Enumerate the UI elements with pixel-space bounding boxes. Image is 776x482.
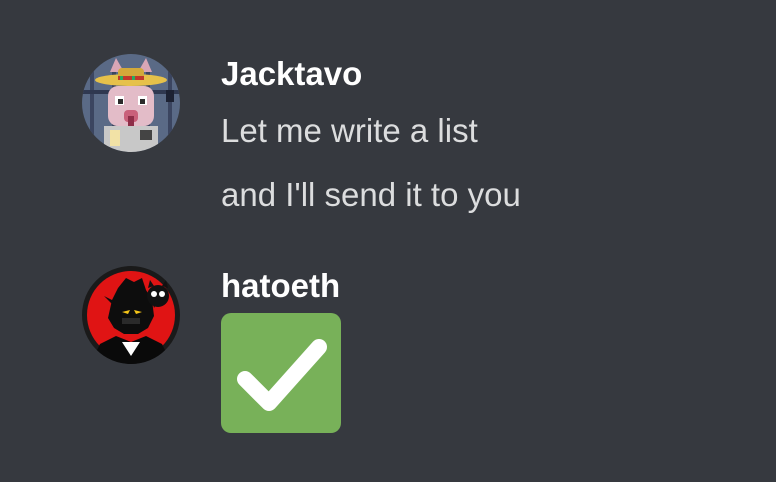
- emoji-message: [221, 313, 341, 433]
- user-avatar[interactable]: [82, 266, 180, 364]
- dark-character-avatar-icon: [82, 266, 180, 364]
- sombrero-cat-avatar-icon: [82, 54, 180, 152]
- message-text: and I'll send it to you: [221, 176, 521, 213]
- user-avatar[interactable]: [82, 54, 180, 152]
- message-text: Let me write a list: [221, 112, 478, 149]
- white-check-mark-icon: [237, 339, 327, 411]
- chat-messages: Jacktavo Let me write a list and I'll se…: [0, 0, 776, 482]
- message-author[interactable]: Jacktavo: [221, 54, 362, 94]
- message-author[interactable]: hatoeth: [221, 266, 340, 306]
